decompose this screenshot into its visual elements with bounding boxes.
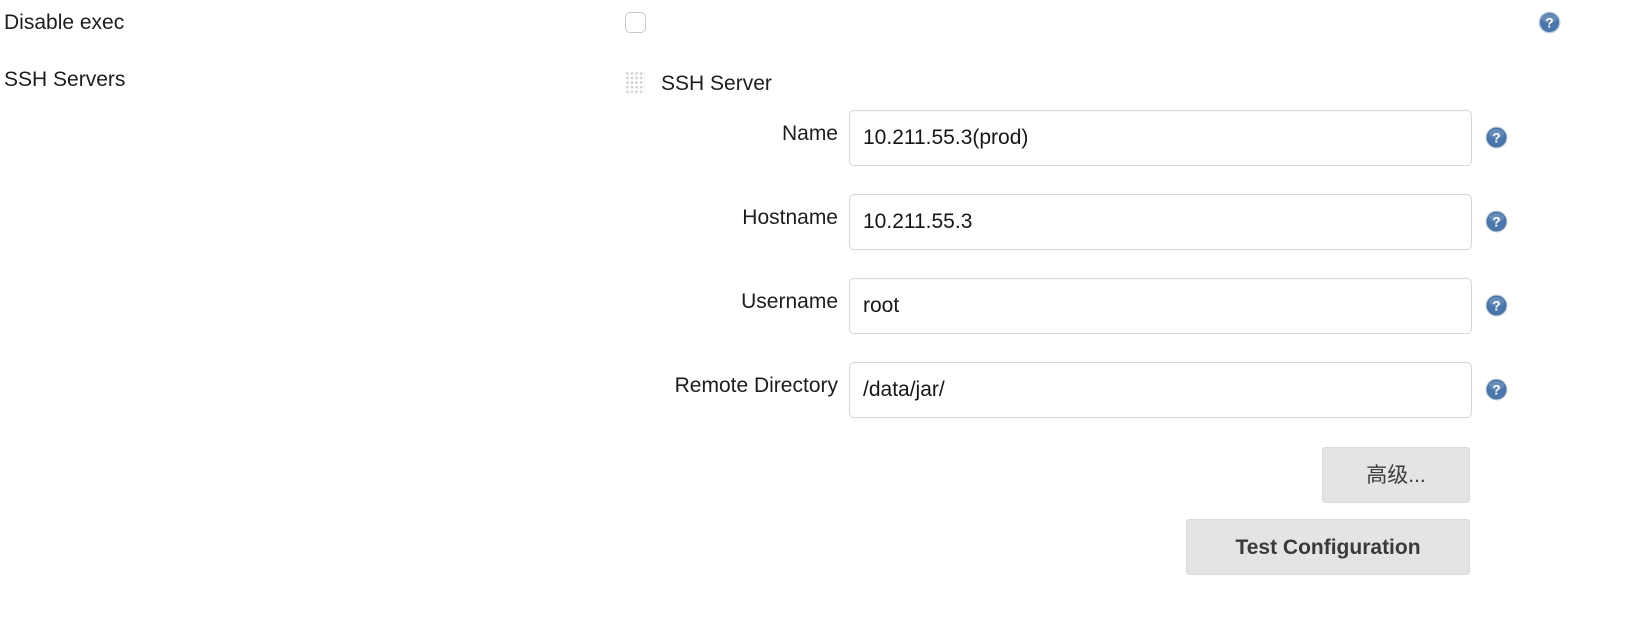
remote-directory-input[interactable] [849, 362, 1472, 418]
field-row-name: Name ? [0, 110, 1640, 166]
disable-exec-label: Disable exec [4, 11, 125, 34]
field-label-remote-directory: Remote Directory [674, 374, 838, 397]
ssh-server-section-title: SSH Server [661, 72, 772, 95]
test-configuration-button[interactable]: Test Configuration [1186, 519, 1470, 575]
help-icon-name[interactable]: ? [1485, 126, 1508, 149]
svg-text:?: ? [1545, 15, 1553, 30]
advanced-button[interactable]: 高级... [1322, 447, 1470, 503]
hostname-input[interactable] [849, 194, 1472, 250]
svg-text:?: ? [1492, 382, 1500, 397]
username-input[interactable] [849, 278, 1472, 334]
svg-text:?: ? [1492, 130, 1500, 145]
field-label-name: Name [781, 122, 838, 145]
help-icon-disable-exec[interactable]: ? [1538, 11, 1561, 34]
field-label-hostname: Hostname [742, 206, 838, 229]
help-icon-hostname[interactable]: ? [1485, 210, 1508, 233]
field-row-username: Username ? [0, 278, 1640, 334]
drag-handle-icon[interactable] [626, 72, 645, 95]
svg-text:?: ? [1492, 298, 1500, 313]
name-input[interactable] [849, 110, 1472, 166]
field-row-remote-directory: Remote Directory ? [0, 362, 1640, 418]
help-icon-username[interactable]: ? [1485, 294, 1508, 317]
svg-text:?: ? [1492, 214, 1500, 229]
ssh-servers-label: SSH Servers [4, 68, 126, 91]
ssh-servers-config-panel: Disable exec ? SSH Servers SSH Server Na… [0, 0, 1640, 622]
field-row-hostname: Hostname ? [0, 194, 1640, 250]
disable-exec-checkbox[interactable] [625, 12, 646, 33]
help-icon-remote-directory[interactable]: ? [1485, 378, 1508, 401]
field-label-username: Username [741, 290, 838, 313]
